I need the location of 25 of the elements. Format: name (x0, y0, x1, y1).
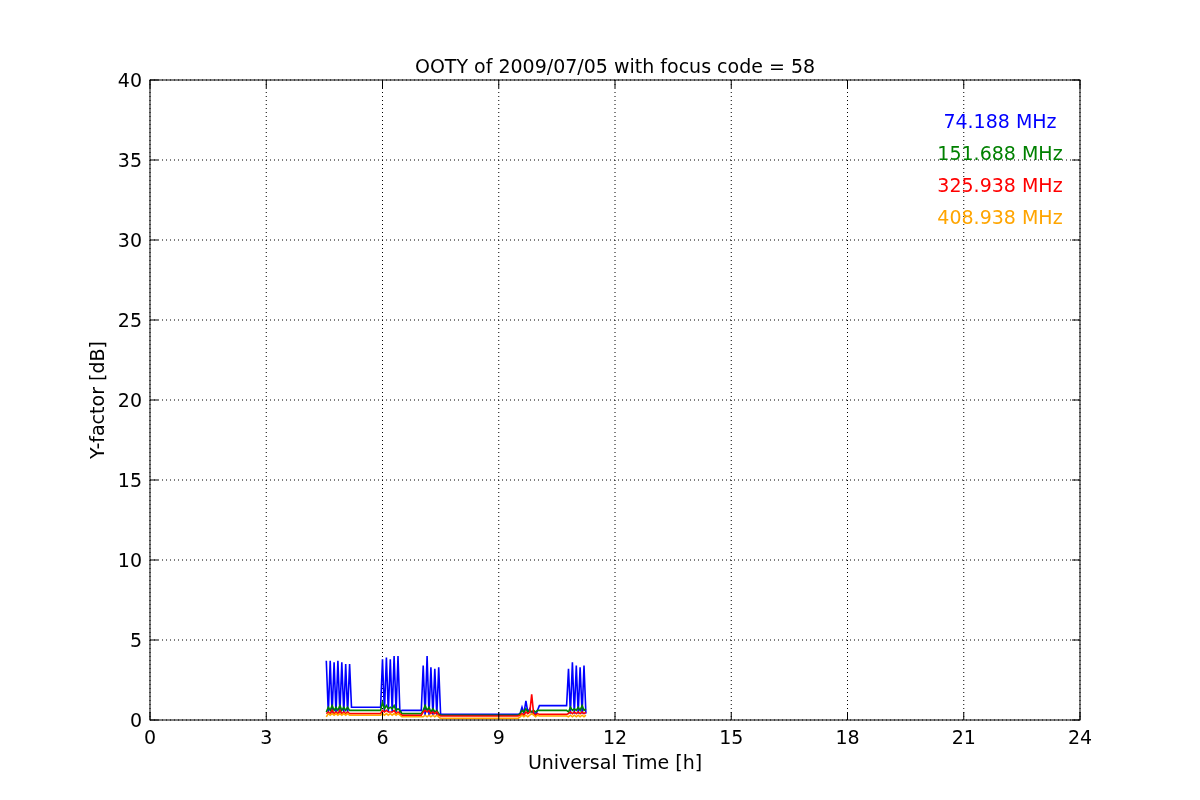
tick-label: 15 (719, 726, 744, 748)
tick-label: 3 (260, 726, 273, 748)
tick-label: 12 (602, 726, 628, 748)
tick-label: 5 (129, 629, 142, 651)
legend-label: 325.938 MHz (937, 174, 1063, 196)
tick-label: 35 (117, 149, 142, 171)
y-axis-label: Y-factor [dB] (86, 341, 108, 459)
legend-label: 151.688 MHz (937, 142, 1063, 164)
tick-label: 21 (951, 726, 976, 748)
tick-label: 15 (117, 469, 142, 491)
tick-label: 40 (117, 69, 142, 91)
tick-label: 6 (376, 726, 389, 748)
tick-label: 9 (492, 726, 505, 748)
tick-label: 0 (143, 726, 157, 748)
legend-label: 408.938 MHz (937, 206, 1063, 228)
legend-label: 74.188 MHz (943, 110, 1057, 132)
chart-title: OOTY of 2009/07/05 with focus code = 58 (414, 55, 816, 77)
tick-label: 10 (117, 549, 142, 571)
tick-label: 25 (117, 309, 142, 331)
tick-label: 20 (117, 389, 142, 411)
x-axis-label: Universal Time [h] (527, 751, 703, 773)
tick-label: 0 (129, 709, 142, 731)
tick-label: 30 (117, 229, 142, 251)
tick-label: 24 (1067, 726, 1093, 748)
tick-label: 18 (835, 726, 860, 748)
